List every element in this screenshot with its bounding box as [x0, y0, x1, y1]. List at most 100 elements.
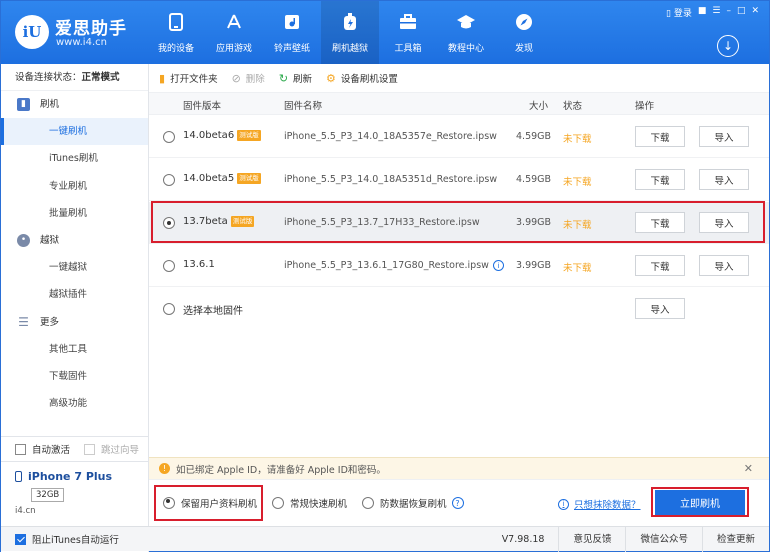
flash-settings-button[interactable]: ⚙ 设备刷机设置	[326, 71, 398, 86]
row-filename: iPhone_5.5_P3_14.0_18A5357e_Restore.ipsw	[284, 131, 497, 142]
quick-flash-label: 常规快速刷机	[290, 499, 348, 510]
option-anti-recovery[interactable]: 防数据恢复刷机 ?	[362, 496, 464, 510]
sidebar-item-advanced[interactable]: 高级功能	[1, 390, 148, 417]
sidebar-item-download-firmware[interactable]: 下载固件	[1, 363, 148, 390]
notice-close-icon[interactable]: ✕	[744, 462, 753, 475]
main-nav: 我的设备 应用游戏 铃声壁纸 刷机越狱 工具箱 教程中心 发现	[147, 1, 553, 64]
block-itunes-checkbox[interactable]	[15, 533, 26, 545]
row-size: 4.59GB	[516, 131, 552, 142]
sidebar-item-pro-flash[interactable]: 专业刷机	[1, 173, 148, 200]
sidebar-item-other-tools[interactable]: 其他工具	[1, 336, 148, 363]
row-status: 未下载	[563, 177, 592, 188]
highlight-selected-row	[151, 201, 765, 243]
nav-discover[interactable]: 发现	[495, 1, 553, 64]
sidebar-bottom: 自动激活 跳过向导 iPhone 7 Plus 32GB i4.cn	[1, 436, 149, 516]
row-filename: iPhone_5.5_P3_13.6.1_17G80_Restore.ipsw i	[284, 260, 504, 271]
flash-icon	[339, 11, 361, 33]
nav-apps[interactable]: 应用游戏	[205, 1, 263, 64]
skin-icon[interactable]: ■	[698, 6, 707, 19]
row-radio[interactable]	[163, 303, 175, 315]
row-size: 4.59GB	[516, 174, 552, 185]
sidebar-group-more[interactable]: ☰ 更多	[1, 309, 148, 336]
sidebar-item-one-click-jailbreak[interactable]: 一键越狱	[1, 254, 148, 281]
info-icon[interactable]: i	[492, 260, 504, 271]
jailbreak-group-icon: •	[17, 234, 30, 248]
table-row[interactable]: 13.6.1 iPhone_5.5_P3_13.6.1_17G80_Restor…	[149, 245, 769, 287]
erase-data-label: 只想抹除数据？	[574, 500, 641, 511]
sidebar-item-itunes-flash[interactable]: iTunes刷机	[1, 145, 148, 172]
close-icon[interactable]: ✕	[751, 6, 759, 19]
apps-icon	[223, 11, 245, 33]
open-folder-button[interactable]: ▮ 打开文件夹	[159, 71, 218, 86]
nav-tutorials[interactable]: 教程中心	[437, 1, 495, 64]
warning-icon: !	[159, 463, 170, 474]
refresh-button[interactable]: ↻ 刷新	[279, 71, 312, 86]
more-group-icon: ☰	[17, 314, 30, 329]
connection-status-value: 正常模式	[81, 72, 120, 83]
device-info: iPhone 7 Plus 32GB i4.cn	[1, 462, 149, 516]
nav-label: 工具箱	[394, 44, 422, 54]
nav-my-device[interactable]: 我的设备	[147, 1, 205, 64]
sidebar-group-jailbreak[interactable]: • 越狱	[1, 227, 148, 254]
toolbar: ▮ 打开文件夹 ⊘ 删除 ↻ 刷新 ⚙ 设备刷机设置	[149, 64, 769, 93]
nav-label: 刷机越狱	[331, 44, 368, 54]
download-button[interactable]: 下载	[635, 255, 685, 276]
erase-data-link[interactable]: i 只想抹除数据？	[558, 497, 641, 511]
sidebar-group-label: 刷机	[40, 99, 60, 110]
nav-toolbox[interactable]: 工具箱	[379, 1, 437, 64]
anti-recovery-label: 防数据恢复刷机	[380, 499, 447, 510]
maximize-icon[interactable]: □	[737, 6, 746, 19]
highlight-flash-now	[651, 487, 749, 517]
skip-guide-label: 跳过向导	[101, 445, 140, 456]
menu-icon[interactable]: ☰	[712, 6, 720, 19]
discover-icon	[513, 11, 535, 33]
help-icon[interactable]: ?	[451, 497, 464, 509]
feedback-link[interactable]: 意见反馈	[558, 527, 625, 552]
table-row[interactable]: 14.0beta5 测试版 iPhone_5.5_P3_14.0_18A5351d…	[149, 159, 769, 201]
row-radio[interactable]	[163, 260, 175, 272]
col-name: 固件名称	[284, 101, 323, 112]
toolbox-icon	[397, 11, 419, 33]
download-button[interactable]: 下载	[635, 169, 685, 190]
nav-flash-jailbreak[interactable]: 刷机越狱	[321, 1, 379, 64]
import-button[interactable]: 导入	[699, 255, 749, 276]
nav-ringtones[interactable]: 铃声壁纸	[263, 1, 321, 64]
device-phone-icon	[15, 471, 22, 482]
quick-flash-radio[interactable]	[272, 497, 284, 509]
sidebar-item-one-click-flash[interactable]: 一键刷机	[1, 118, 148, 146]
sidebar-item-batch-flash[interactable]: 批量刷机	[1, 200, 148, 227]
col-actions: 操作	[635, 101, 655, 112]
device-name[interactable]: iPhone 7 Plus	[15, 470, 149, 483]
import-button[interactable]: 导入	[699, 169, 749, 190]
delete-icon: ⊘	[231, 71, 241, 85]
block-itunes-label: 阻止iTunes自动运行	[32, 535, 119, 546]
table-row[interactable]: 14.0beta6 测试版 iPhone_5.5_P3_14.0_18A5357e…	[149, 116, 769, 158]
anti-recovery-radio[interactable]	[362, 497, 374, 509]
minimize-icon[interactable]: –	[726, 6, 731, 19]
row-radio[interactable]	[163, 131, 175, 143]
auto-activate-checkbox[interactable]	[15, 443, 26, 455]
music-icon	[281, 11, 303, 33]
local-import-button[interactable]: 导入	[635, 298, 685, 319]
wechat-link[interactable]: 微信公众号	[625, 527, 702, 552]
delete-button[interactable]: ⊘ 删除	[231, 71, 265, 86]
check-update-link[interactable]: 检查更新	[701, 527, 769, 552]
sidebar-item-jailbreak-plugins[interactable]: 越狱插件	[1, 281, 148, 308]
login-link[interactable]: ▯ 登录	[666, 6, 692, 19]
sidebar-group-flash[interactable]: ▮ 刷机	[1, 91, 148, 118]
download-manager-icon[interactable]: ↓	[717, 35, 739, 57]
version-text: 14.0beta6	[183, 130, 235, 141]
open-folder-label: 打开文件夹	[170, 74, 218, 85]
sidebar-group-label: 越狱	[40, 235, 60, 247]
col-status: 状态	[563, 101, 583, 112]
import-button[interactable]: 导入	[699, 126, 749, 147]
login-icon: ▯	[666, 9, 671, 19]
app-logo: iU	[15, 15, 49, 49]
nav-label: 发现	[514, 44, 533, 54]
option-quick-flash[interactable]: 常规快速刷机	[272, 496, 347, 510]
skip-guide-checkbox[interactable]	[84, 443, 96, 455]
beta-badge: 测试版	[237, 130, 261, 141]
row-radio[interactable]	[163, 174, 175, 186]
download-button[interactable]: 下载	[635, 126, 685, 147]
local-firmware-row[interactable]: 选择本地固件 导入	[149, 288, 769, 330]
